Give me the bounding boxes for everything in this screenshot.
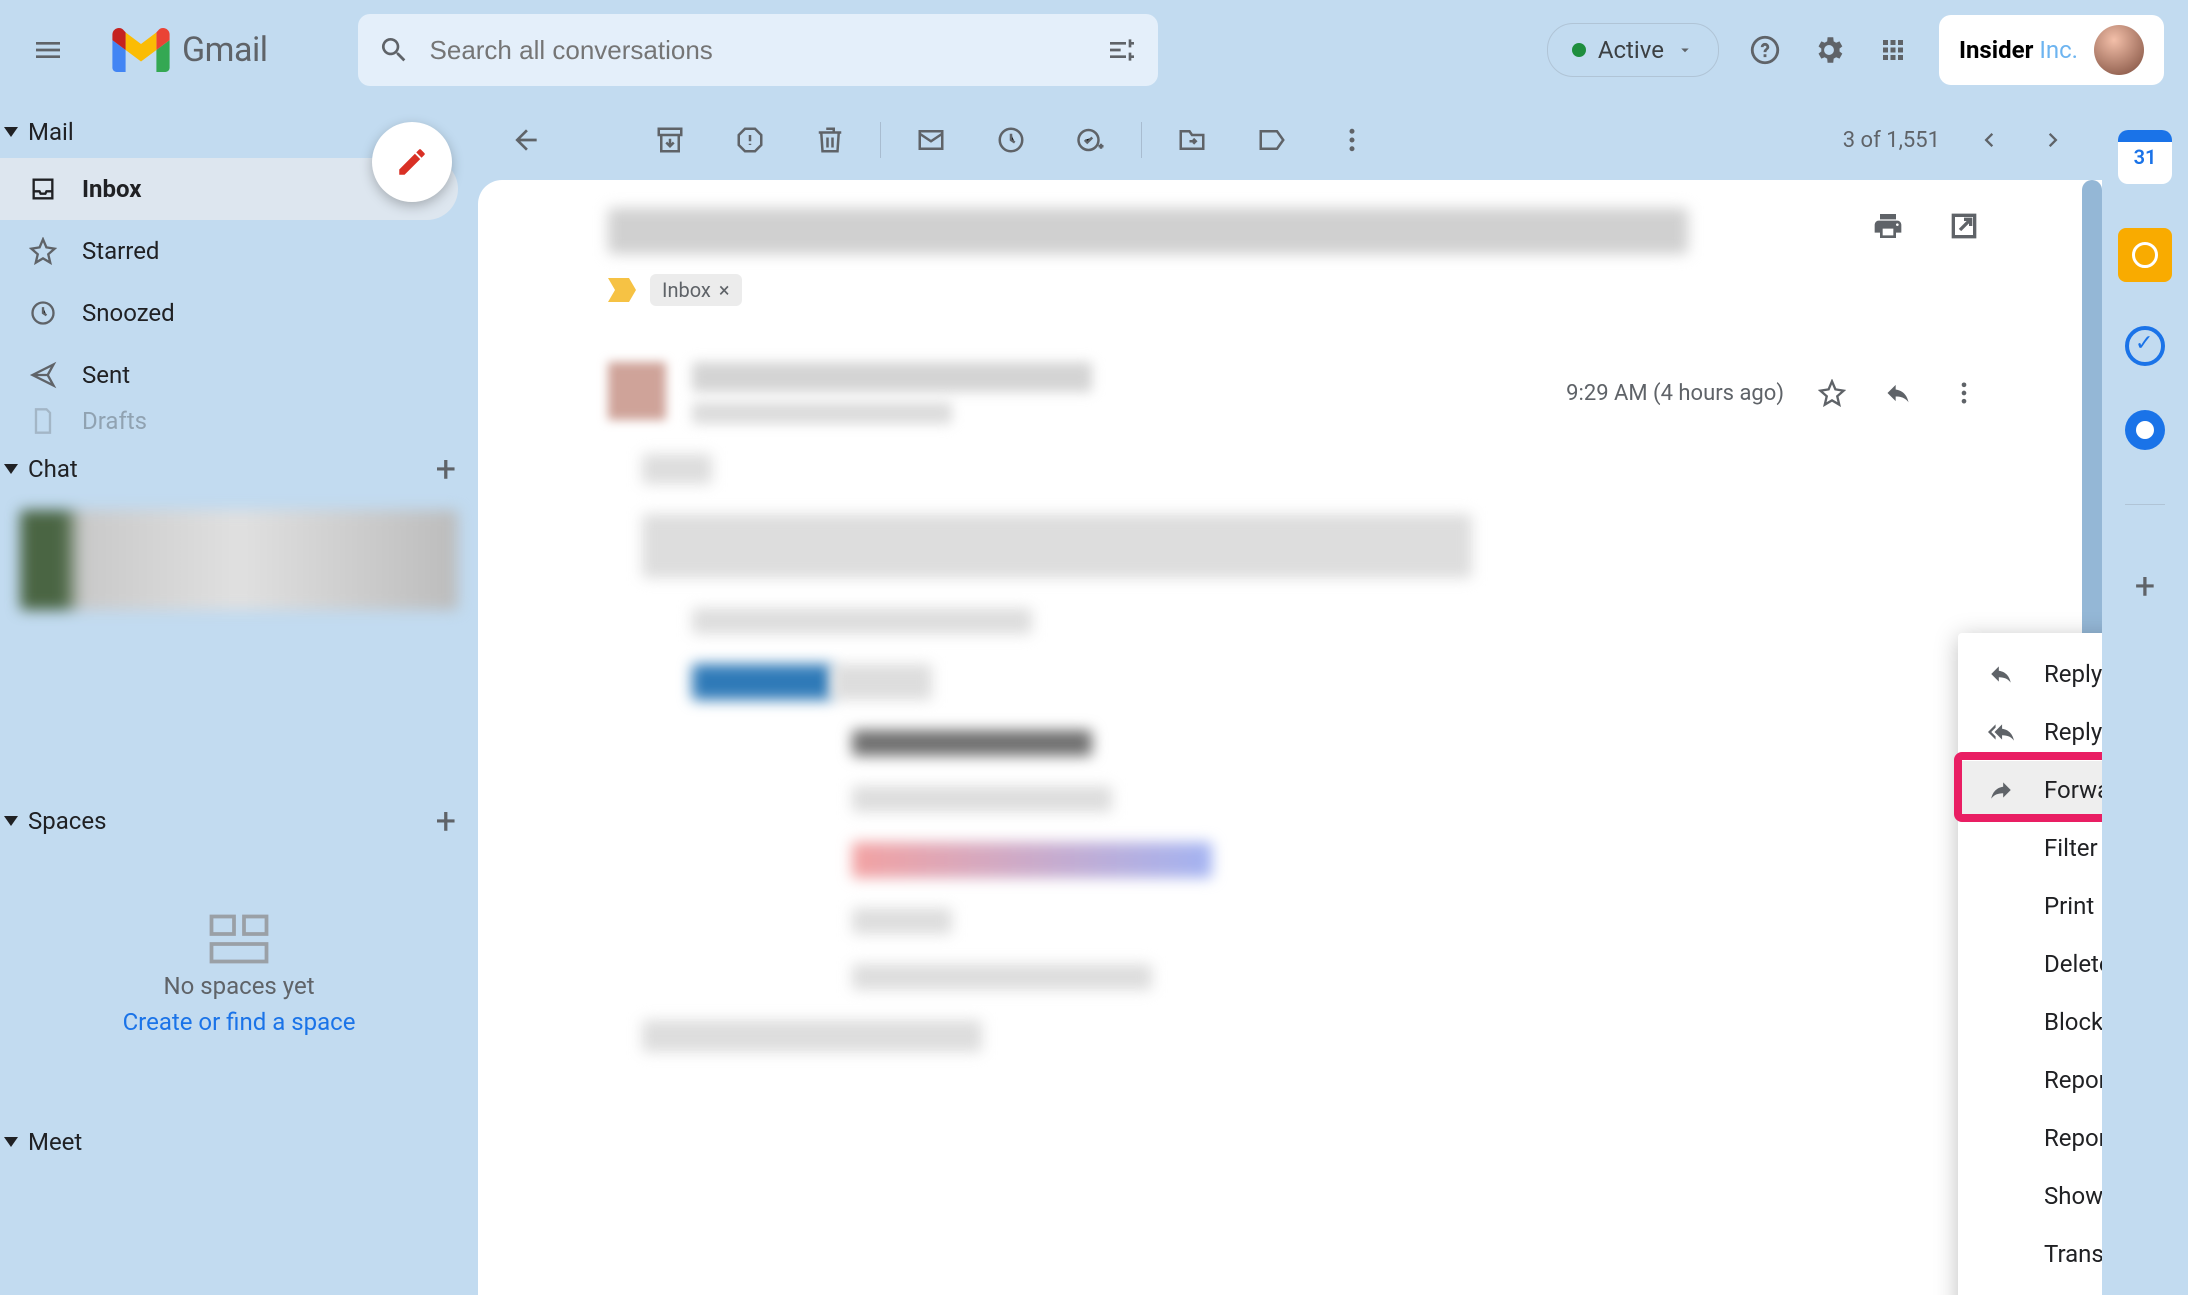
inbox-icon [26,172,60,206]
add-to-tasks-button[interactable] [1073,122,1109,158]
chat-item-redacted[interactable] [20,510,458,610]
section-header-chat[interactable]: Chat + [0,436,478,502]
compose-button[interactable] [372,122,452,202]
header: Gmail Active [0,0,2188,100]
gmail-logo-icon [112,28,170,72]
more-message-button[interactable] [1946,375,1982,411]
delete-button[interactable] [812,122,848,158]
organization-chip[interactable]: Insider Inc. [1939,15,2164,85]
subject-redacted [608,208,1688,254]
sidebar: Mail Inbox 45 Starred Snoozed Sent [0,100,478,1295]
star-icon [26,234,60,268]
new-chat-button[interactable]: + [436,448,456,490]
sender-avatar[interactable] [608,362,666,420]
menu-reply-all[interactable]: Reply to all [1958,703,2102,761]
clock-icon [26,296,60,330]
print-button[interactable] [1870,208,1906,244]
more-toolbar-button[interactable] [1334,122,1370,158]
side-panel: + [2102,100,2188,1295]
nav-drafts[interactable]: Drafts [0,406,458,436]
message-body-redacted [692,454,1982,1052]
main-menu-button[interactable] [24,26,72,74]
nav-snoozed[interactable]: Snoozed [0,282,458,344]
prev-button[interactable] [1970,122,2006,158]
spaces-empty-icon [209,914,269,964]
back-button[interactable] [508,122,544,158]
menu-delete[interactable]: Delete this message [1958,935,2102,993]
status-active-icon [1572,43,1586,57]
search-options-icon[interactable] [1106,34,1138,66]
menu-report-phishing[interactable]: Report phishing [1958,1109,2102,1167]
archive-button[interactable] [652,122,688,158]
menu-reply[interactable]: Reply [1958,645,2102,703]
labels-button[interactable] [1254,122,1290,158]
search-icon [378,34,410,66]
contacts-app-icon[interactable] [2125,410,2165,450]
nav-starred[interactable]: Starred [0,220,458,282]
main-area: 3 of 1,551 [478,100,2102,1295]
message-toolbar: 3 of 1,551 [478,100,2102,180]
section-header-spaces[interactable]: Spaces + [0,788,478,854]
message-timestamp: 9:29 AM (4 hours ago) [1566,381,1784,406]
collapse-icon [4,816,18,826]
menu-download[interactable]: Download message [1958,1283,2102,1295]
spaces-empty-state: No spaces yet Create or find a space [0,914,478,1076]
report-spam-button[interactable] [732,122,768,158]
message-actions-menu: Reply Reply to all Forward Filter messag… [1958,633,2102,1295]
move-to-button[interactable] [1174,122,1210,158]
importance-marker-icon[interactable] [608,278,636,302]
nav-sent[interactable]: Sent [0,344,458,406]
app-name: Gmail [182,30,268,70]
gmail-logo-block[interactable]: Gmail [112,28,268,72]
calendar-app-icon[interactable] [2118,130,2172,184]
side-panel-separator [2125,504,2165,505]
settings-icon[interactable] [1811,32,1847,68]
search-box[interactable] [358,14,1158,86]
snooze-button[interactable] [993,122,1029,158]
next-button[interactable] [2036,122,2072,158]
pencil-icon [395,145,429,179]
menu-forward[interactable]: Forward [1958,761,2102,819]
status-chip[interactable]: Active [1547,23,1719,77]
message-content: Inbox × 9:29 AM (4 hours ago) [478,180,2102,1295]
reply-all-icon [1986,717,2016,747]
account-avatar[interactable] [2094,25,2144,75]
tasks-app-icon[interactable] [2125,326,2165,366]
menu-show-original[interactable]: Show original [1958,1167,2102,1225]
reply-button[interactable] [1880,375,1916,411]
menu-print[interactable]: Print [1958,877,2102,935]
create-space-link[interactable]: Create or find a space [123,1008,356,1036]
send-icon [26,358,60,392]
keep-app-icon[interactable] [2118,228,2172,282]
sender-info-redacted [692,362,1092,424]
collapse-icon [4,127,18,137]
reply-icon [1986,659,2016,689]
menu-report-spam[interactable]: Report spam [1958,1051,2102,1109]
inbox-label-chip[interactable]: Inbox × [650,274,742,306]
mark-unread-button[interactable] [913,122,949,158]
remove-label-icon[interactable]: × [719,278,730,302]
menu-block[interactable]: Block "John Laslo" [1958,993,2102,1051]
org-name: Insider Inc. [1959,36,2078,64]
menu-translate[interactable]: Translate message [1958,1225,2102,1283]
new-space-button[interactable]: + [436,800,456,842]
chevron-down-icon [1676,41,1694,59]
open-new-window-button[interactable] [1946,208,1982,244]
forward-icon [1986,775,2016,805]
section-header-meet[interactable]: Meet [0,1116,478,1168]
file-icon [26,406,60,436]
support-icon[interactable] [1747,32,1783,68]
search-input[interactable] [430,35,1086,66]
status-label: Active [1598,36,1664,64]
apps-icon[interactable] [1875,32,1911,68]
get-addons-button[interactable]: + [2118,559,2172,613]
collapse-icon [4,1137,18,1147]
pager-text: 3 of 1,551 [1843,128,1940,153]
menu-filter[interactable]: Filter messages like this [1958,819,2102,877]
star-message-button[interactable] [1814,375,1850,411]
collapse-icon [4,464,18,474]
